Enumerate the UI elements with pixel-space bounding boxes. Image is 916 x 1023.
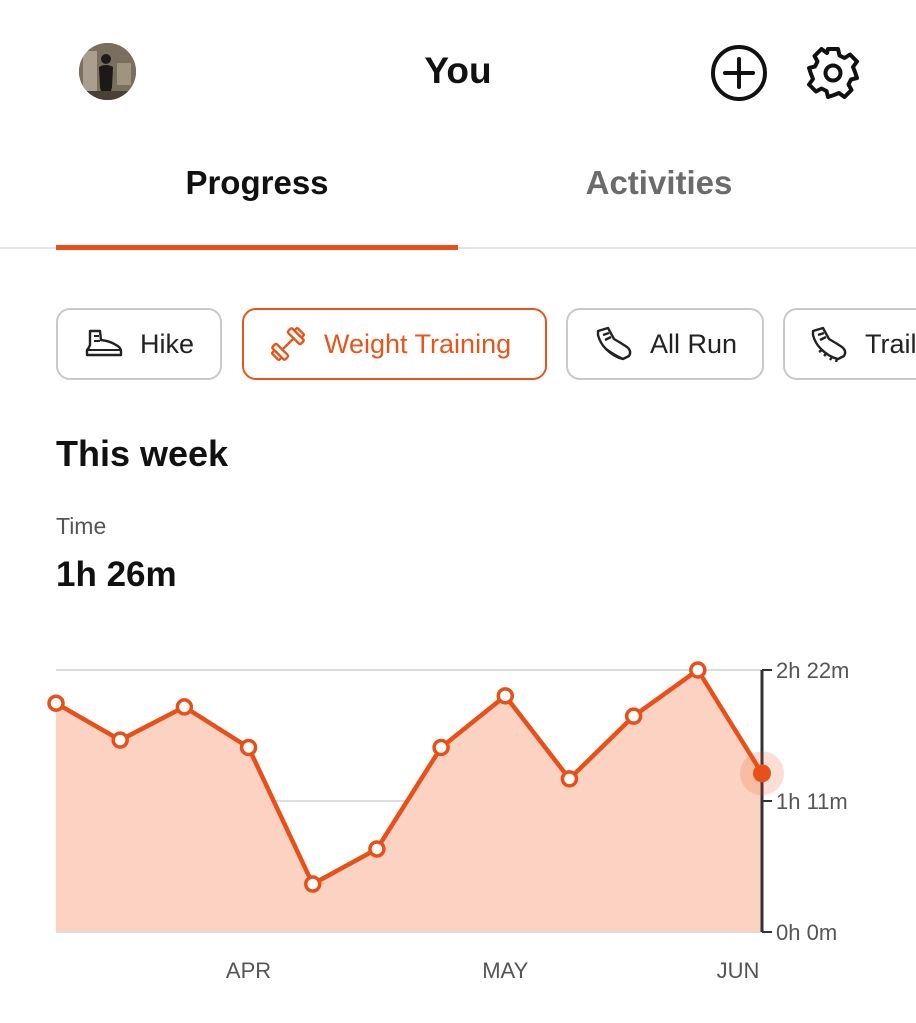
plus-circle-icon <box>711 45 767 101</box>
filter-chip-hike[interactable]: Hike <box>56 308 222 380</box>
header: You <box>0 0 916 140</box>
metric-label: Time <box>56 513 107 539</box>
metric-value: 1h 26m <box>56 555 177 594</box>
filter-chip-all-run[interactable]: All Run <box>566 308 764 380</box>
gear-icon <box>807 47 859 99</box>
data-point <box>432 738 450 757</box>
filter-chip-trail[interactable]: Trail <box>783 308 916 380</box>
filter-chip-label: Trail <box>865 328 916 359</box>
filter-chip-label: Weight Training <box>324 328 512 359</box>
data-point <box>111 731 129 749</box>
area-chart: 2h 22m 1h 11m 0h 0m APR MAY JUN <box>47 658 849 983</box>
filter-chip-weight-training[interactable]: Weight Training <box>242 308 547 380</box>
data-point <box>303 875 322 893</box>
period-heading: This week <box>56 433 229 474</box>
data-point <box>624 707 643 725</box>
x-tick-label: APR <box>226 958 271 983</box>
tab-activities[interactable]: Activities <box>458 164 860 202</box>
data-point <box>47 694 65 712</box>
dumbbell-icon <box>270 326 306 362</box>
data-point <box>560 770 579 788</box>
tab-bar: Progress Activities <box>0 150 916 250</box>
hiking-boot-icon <box>85 329 123 357</box>
tab-progress[interactable]: Progress <box>56 164 458 202</box>
y-tick-label: 2h 22m <box>776 658 849 683</box>
data-point <box>368 840 386 858</box>
add-activity-button[interactable] <box>709 43 769 103</box>
x-tick-label: JUN <box>717 958 760 983</box>
activity-filter-chips: Hike Weight Training All Run Trail <box>0 307 916 383</box>
trail-shoe-icon <box>811 326 847 363</box>
settings-button[interactable] <box>803 43 863 103</box>
page-title: You <box>424 50 492 91</box>
active-tab-indicator <box>56 245 458 250</box>
y-tick-label: 0h 0m <box>776 920 837 945</box>
filter-chip-label: Hike <box>140 328 195 359</box>
data-point <box>689 661 707 679</box>
running-shoe-icon <box>596 326 632 361</box>
filter-chip-label: All Run <box>650 328 738 359</box>
x-tick-label: MAY <box>482 958 528 983</box>
data-point <box>239 738 258 757</box>
progress-chart[interactable]: 2h 22m 1h 11m 0h 0m APR MAY JUN <box>0 640 916 1000</box>
data-point <box>496 687 515 705</box>
current-point <box>753 764 771 783</box>
y-tick-label: 1h 11m <box>776 789 848 814</box>
data-point <box>175 698 194 716</box>
